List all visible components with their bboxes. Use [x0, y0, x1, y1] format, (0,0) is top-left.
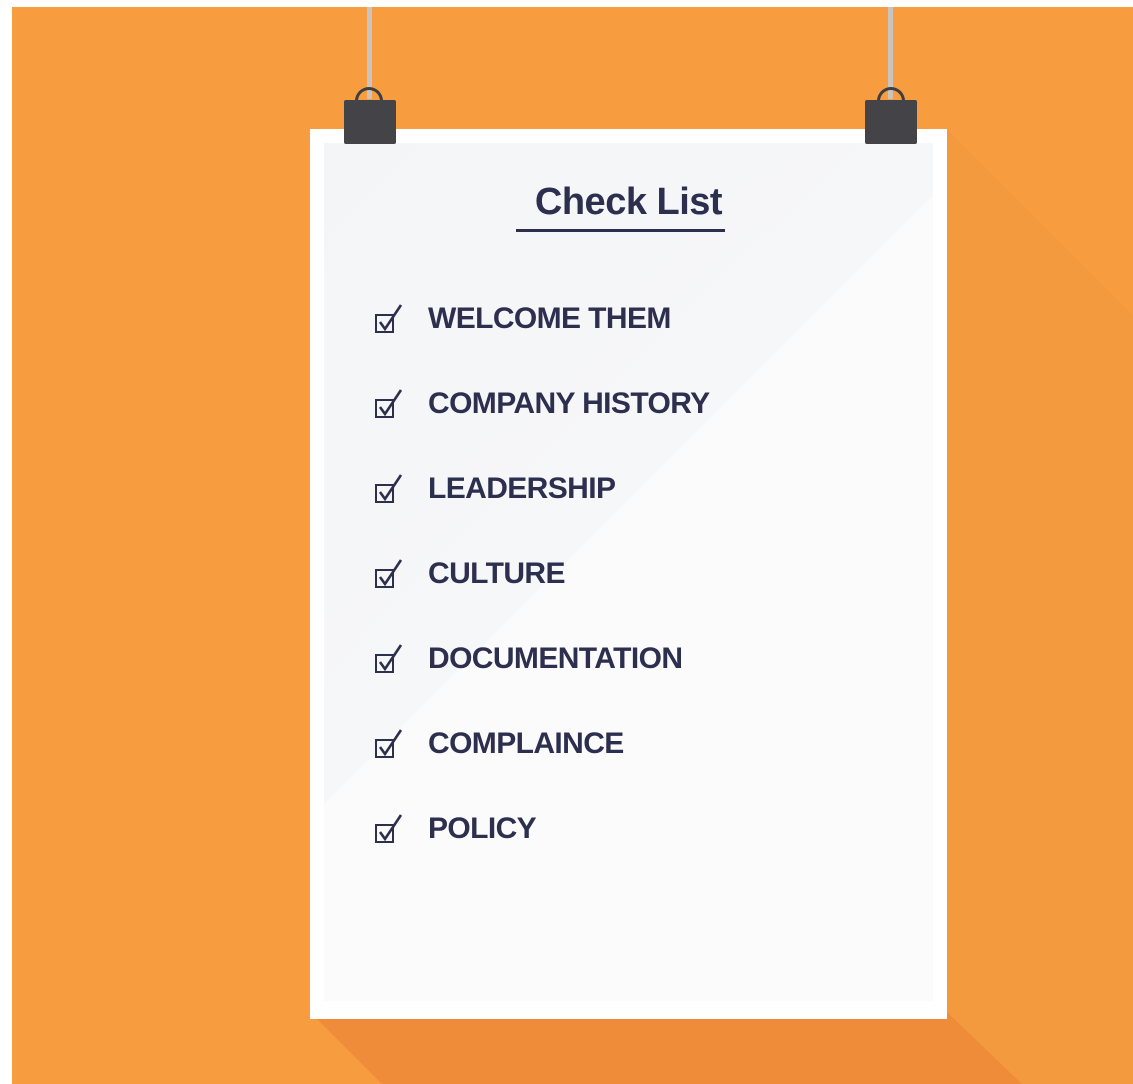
checked-box-icon: [375, 729, 403, 758]
checked-box-icon: [375, 644, 403, 673]
hanging-string-left: [367, 7, 372, 99]
checklist-item: WELCOME THEM: [374, 299, 894, 384]
checklist-item-label: CULTURE: [428, 557, 566, 590]
poster-title: Check List: [534, 181, 723, 223]
checklist-item: COMPANY HISTORY: [374, 384, 894, 469]
binder-clip-right: [865, 100, 917, 144]
checklist-item: CULTURE: [374, 554, 894, 639]
checklist-item: LEADERSHIP: [374, 469, 894, 554]
checklist-poster: Check List WELCOME THEM COMPANY HISTORY …: [310, 129, 947, 1019]
checked-box-icon: [375, 559, 403, 588]
checked-box-icon: [375, 814, 403, 843]
checked-box-icon: [375, 304, 403, 333]
hanging-string-right: [888, 7, 893, 99]
checklist-item-label: DOCUMENTATION: [428, 642, 683, 675]
binder-clip-left: [344, 100, 396, 144]
title-underline: [516, 229, 725, 232]
checklist-item: DOCUMENTATION: [374, 639, 894, 724]
checklist-item-label: POLICY: [428, 812, 537, 845]
checklist-item-label: COMPLAINCE: [428, 727, 624, 760]
checked-box-icon: [375, 389, 403, 418]
checked-box-icon: [375, 474, 403, 503]
checklist-item-label: LEADERSHIP: [428, 472, 616, 505]
checklist-item-label: COMPANY HISTORY: [428, 387, 710, 420]
orange-background: Check List WELCOME THEM COMPANY HISTORY …: [12, 7, 1133, 1084]
checklist-item-label: WELCOME THEM: [428, 302, 671, 335]
checklist-item: POLICY: [374, 809, 894, 894]
checklist: WELCOME THEM COMPANY HISTORY LEADERSHIP …: [374, 299, 894, 894]
checklist-item: COMPLAINCE: [374, 724, 894, 809]
